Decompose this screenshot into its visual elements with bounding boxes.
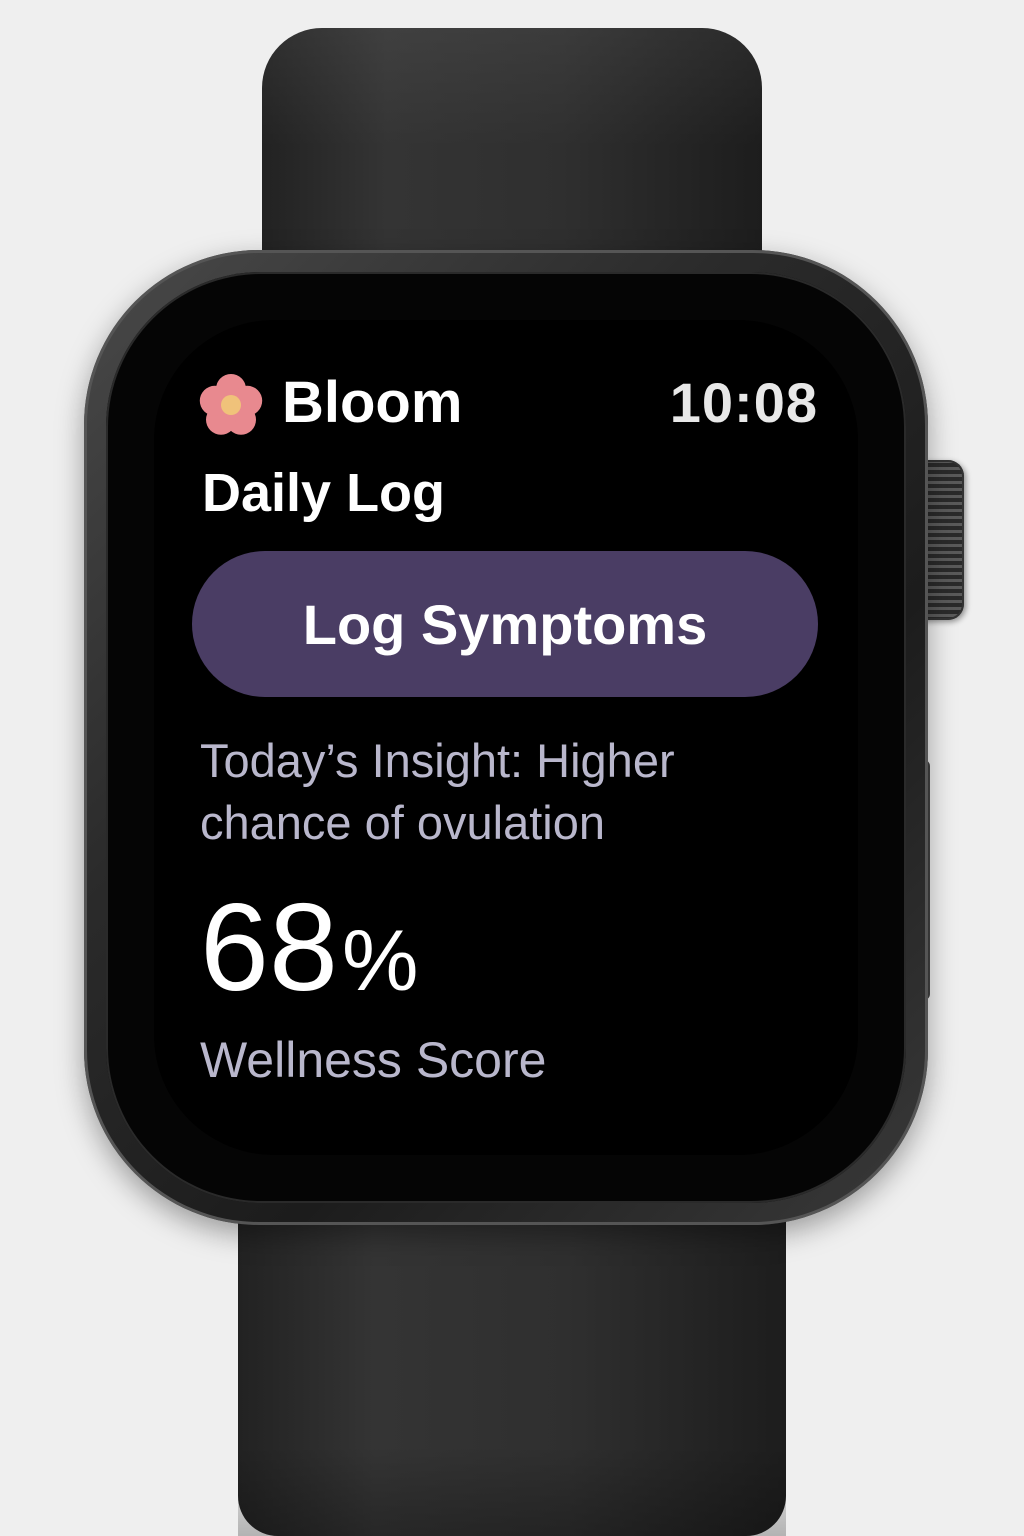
app-screen: Bloom 10:08 Daily Log Log Symptoms Today… xyxy=(192,355,820,1115)
log-symptoms-button[interactable]: Log Symptoms xyxy=(192,551,818,697)
app-name: Bloom xyxy=(282,370,463,435)
todays-insight: Today’s Insight: Higher chance of ovulat… xyxy=(200,734,675,849)
flower-icon xyxy=(198,373,264,439)
status-time: 10:08 xyxy=(669,371,818,434)
wellness-score-unit: % xyxy=(341,913,419,1009)
flower-icon-graphic xyxy=(199,374,263,435)
log-symptoms-label: Log Symptoms xyxy=(302,592,708,656)
wellness-score-label: Wellness Score xyxy=(200,1032,547,1088)
page-title: Daily Log xyxy=(202,463,446,523)
wellness-score-value: 68% xyxy=(200,883,418,1013)
wellness-score-number: 68 xyxy=(200,879,338,1017)
app-header: Bloom 10:08 xyxy=(198,363,820,443)
